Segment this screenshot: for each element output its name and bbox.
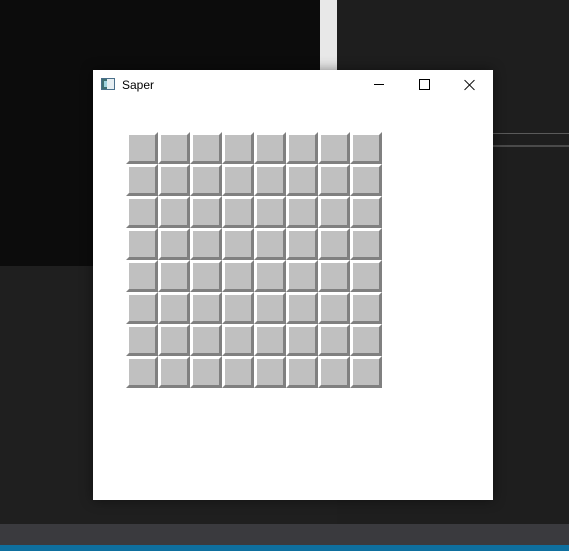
- minimize-icon: [374, 84, 384, 85]
- mine-cell[interactable]: [158, 356, 190, 388]
- mine-cell[interactable]: [286, 260, 318, 292]
- mine-cell[interactable]: [318, 196, 350, 228]
- mine-cell[interactable]: [254, 228, 286, 260]
- mine-cell[interactable]: [126, 164, 158, 196]
- mine-cell[interactable]: [126, 228, 158, 260]
- maximize-icon: [418, 79, 430, 90]
- mine-cell[interactable]: [190, 292, 222, 324]
- mine-cell[interactable]: [158, 260, 190, 292]
- minimize-button[interactable]: [356, 70, 402, 99]
- mine-cell[interactable]: [318, 324, 350, 356]
- mine-cell[interactable]: [126, 324, 158, 356]
- saper-window: Saper: [93, 70, 493, 500]
- mine-cell[interactable]: [222, 164, 254, 196]
- mine-cell[interactable]: [350, 132, 382, 164]
- mine-cell[interactable]: [286, 132, 318, 164]
- mine-cell[interactable]: [126, 196, 158, 228]
- window-title: Saper: [122, 78, 155, 92]
- mine-cell[interactable]: [222, 356, 254, 388]
- mine-cell[interactable]: [190, 228, 222, 260]
- mine-cell[interactable]: [158, 292, 190, 324]
- minefield-grid: [126, 132, 382, 388]
- mine-cell[interactable]: [350, 324, 382, 356]
- mine-cell[interactable]: [254, 292, 286, 324]
- mine-cell[interactable]: [222, 260, 254, 292]
- mine-cell[interactable]: [254, 164, 286, 196]
- mine-cell[interactable]: [126, 292, 158, 324]
- mine-cell[interactable]: [190, 164, 222, 196]
- mine-cell[interactable]: [286, 196, 318, 228]
- mine-cell[interactable]: [158, 164, 190, 196]
- mine-cell[interactable]: [286, 324, 318, 356]
- mine-cell[interactable]: [318, 228, 350, 260]
- mine-cell[interactable]: [222, 228, 254, 260]
- mine-cell[interactable]: [190, 356, 222, 388]
- mine-cell[interactable]: [190, 324, 222, 356]
- mine-cell[interactable]: [222, 132, 254, 164]
- mine-cell[interactable]: [350, 260, 382, 292]
- mine-cell[interactable]: [350, 292, 382, 324]
- mine-cell[interactable]: [318, 356, 350, 388]
- mine-cell[interactable]: [254, 356, 286, 388]
- mine-cell[interactable]: [254, 132, 286, 164]
- mine-cell[interactable]: [190, 132, 222, 164]
- title-bar[interactable]: Saper: [93, 70, 493, 100]
- mine-cell[interactable]: [158, 228, 190, 260]
- mine-cell[interactable]: [190, 260, 222, 292]
- mine-cell[interactable]: [286, 164, 318, 196]
- mine-cell[interactable]: [158, 132, 190, 164]
- mine-cell[interactable]: [350, 228, 382, 260]
- mine-cell[interactable]: [318, 260, 350, 292]
- mine-cell[interactable]: [318, 164, 350, 196]
- mine-cell[interactable]: [126, 356, 158, 388]
- mine-cell[interactable]: [158, 196, 190, 228]
- mine-cell[interactable]: [318, 132, 350, 164]
- mine-cell[interactable]: [190, 196, 222, 228]
- mine-cell[interactable]: [350, 196, 382, 228]
- mine-cell[interactable]: [286, 292, 318, 324]
- taskbar: [0, 524, 569, 545]
- mine-cell[interactable]: [350, 356, 382, 388]
- background-window-edge: [320, 0, 337, 70]
- mine-cell[interactable]: [222, 324, 254, 356]
- mine-cell[interactable]: [286, 228, 318, 260]
- mine-cell[interactable]: [126, 260, 158, 292]
- mine-cell[interactable]: [222, 292, 254, 324]
- mine-cell[interactable]: [254, 324, 286, 356]
- mine-cell[interactable]: [318, 292, 350, 324]
- mine-cell[interactable]: [158, 324, 190, 356]
- close-button[interactable]: [447, 70, 493, 99]
- taskbar-accent: [0, 545, 569, 551]
- app-icon[interactable]: [101, 78, 115, 90]
- background-divider: [493, 145, 569, 147]
- mine-cell[interactable]: [126, 132, 158, 164]
- mine-cell[interactable]: [254, 196, 286, 228]
- close-icon: [464, 79, 476, 91]
- mine-cell[interactable]: [350, 164, 382, 196]
- mine-cell[interactable]: [286, 356, 318, 388]
- maximize-button[interactable]: [401, 70, 447, 99]
- mine-cell[interactable]: [222, 196, 254, 228]
- mine-cell[interactable]: [254, 260, 286, 292]
- background-divider: [493, 133, 569, 134]
